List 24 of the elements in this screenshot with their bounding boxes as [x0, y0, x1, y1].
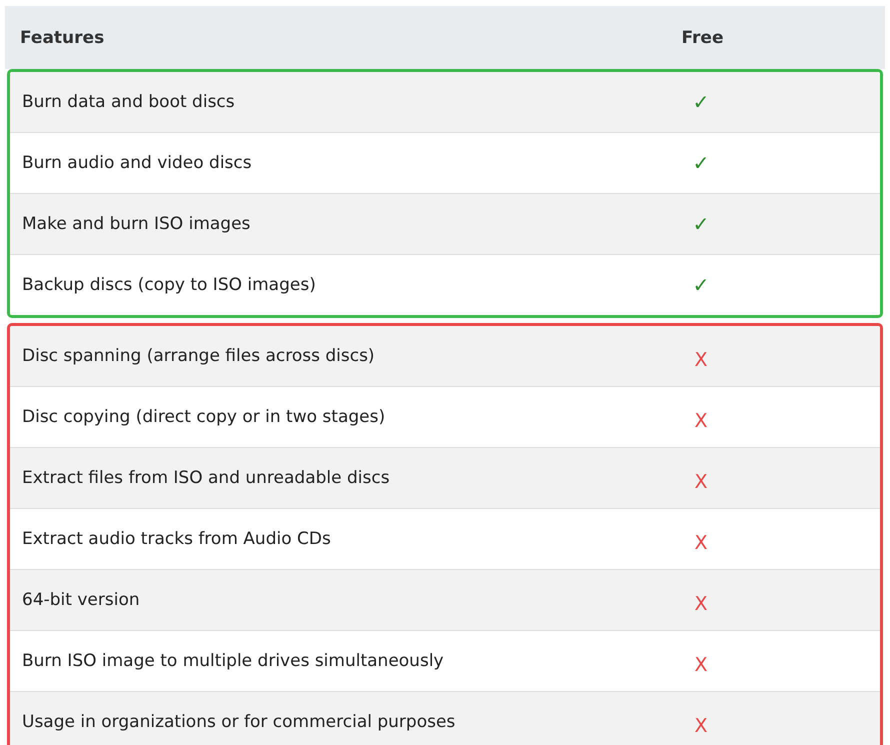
column-header: Free	[682, 28, 724, 48]
feature-cell-text: Backup discs (copy to ISO images)	[21, 275, 317, 295]
feature-cell-text: 64-bit version	[21, 590, 141, 610]
check-mark: ✓	[692, 90, 710, 114]
feature-cell-text: Burn data and boot discs	[21, 92, 236, 112]
check-mark: ✓	[692, 151, 710, 175]
cross-mark: X	[694, 654, 708, 676]
feature-cell-text: Disc spanning (arrange files across discs)	[21, 346, 376, 366]
feature-cell-text: Disc copying (direct copy or in two stages)	[21, 407, 386, 427]
feature-cell-text: Make and burn ISO images	[21, 214, 252, 234]
cross-mark: X	[694, 593, 708, 615]
cross-mark: X	[694, 349, 708, 371]
cross-mark: X	[694, 410, 708, 432]
feature-cell-text: Extract audio tracks from Audio CDs	[21, 529, 332, 549]
feature-cell-text: Usage in organizations or for commercial purposes	[21, 712, 456, 732]
cross-mark: X	[694, 532, 708, 554]
feature-cell-text: Burn ISO image to multiple drives simultaneously	[21, 651, 445, 671]
check-mark: ✓	[692, 273, 710, 297]
feature-cell-text: Burn audio and video discs	[21, 153, 253, 173]
cross-mark: X	[694, 471, 708, 493]
feature-cell-text: Extract files from ISO and unreadable discs	[21, 468, 391, 488]
check-mark: ✓	[692, 212, 710, 236]
cross-mark: X	[694, 715, 708, 737]
column-header: Features	[19, 28, 104, 48]
